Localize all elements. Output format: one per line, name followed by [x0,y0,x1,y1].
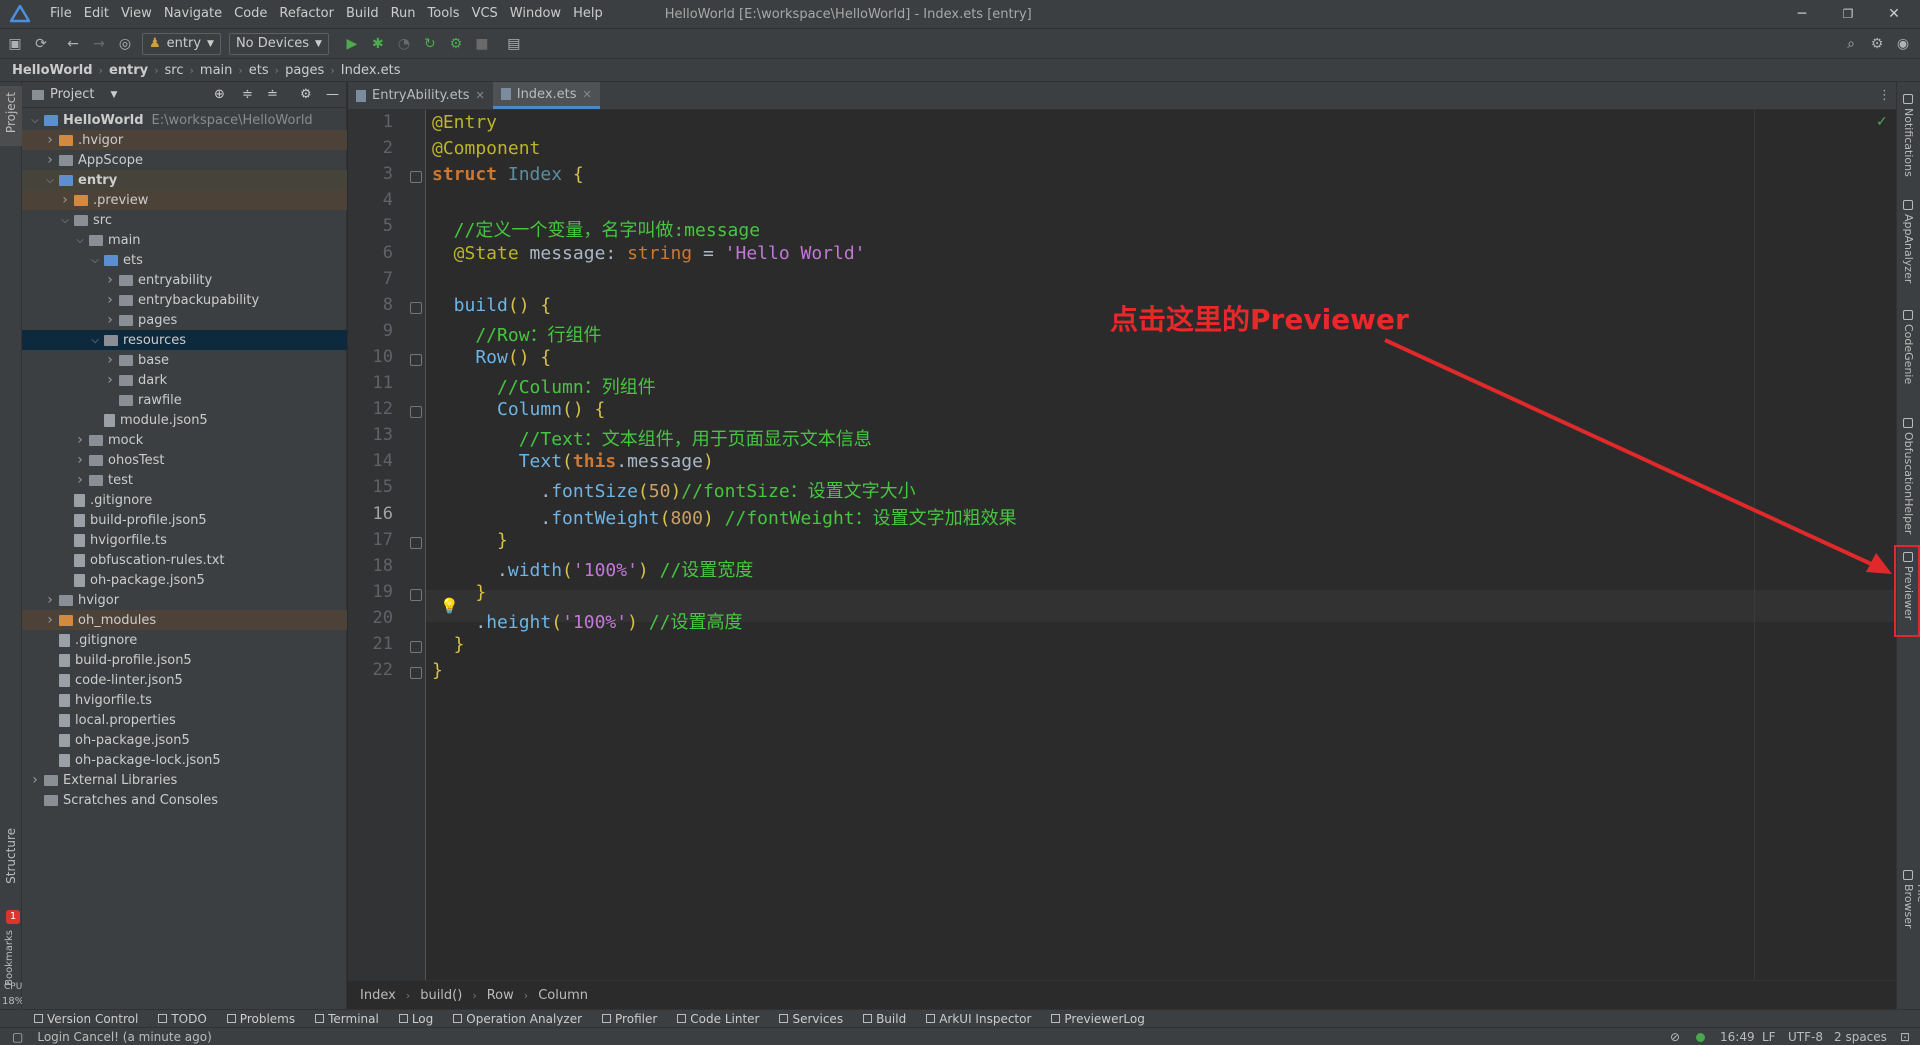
tool-label: Log [411,1011,434,1026]
tool-icon [677,1014,687,1023]
annotation-arrow [1384,338,1892,574]
tool-icon [1051,1014,1061,1023]
tool-label: Version Control [47,1011,139,1026]
tool-icon [453,1014,463,1023]
tool-label: ArkUI Inspector [939,1011,1032,1026]
bottom-tool-previewerlog[interactable]: PreviewerLog [1051,1011,1145,1026]
bottom-tool-bar: Version Control TODO Problems Terminal Log Op… [0,1009,1920,1027]
bottom-tool-code-linter[interactable]: Code Linter [677,1012,759,1026]
tool-icon [779,1014,789,1023]
status-dot-icon [1696,1033,1705,1042]
bottom-tool-terminal[interactable]: Terminal [315,1012,379,1026]
tool-label: Operation Analyzer [466,1011,583,1026]
tool-label: PreviewerLog [1064,1011,1145,1026]
lock-icon[interactable]: ⊡ [1900,1030,1910,1044]
bottom-tool-services[interactable]: Services [779,1012,843,1026]
tool-icon [226,1014,236,1023]
status-icon: ▢ [12,1029,24,1044]
tool-label: Services [792,1011,844,1026]
bottom-tool-build[interactable]: Build [863,1012,906,1026]
bottom-tool-todo[interactable]: TODO [158,1011,207,1026]
tool-icon [602,1014,612,1023]
tool-icon [34,1014,43,1023]
tool-label: TODO [171,1011,207,1026]
previewer-highlight-box [1894,545,1920,637]
bottom-tool-operation-analyzer[interactable]: Operation Analyzer [453,1012,582,1026]
bottom-tool-version-control[interactable]: Version Control [34,1012,138,1026]
indent-setting[interactable]: 2 spaces [1834,1030,1887,1044]
tool-icon [926,1014,936,1023]
bottom-tool-arkui-inspector[interactable]: ArkUI Inspector [926,1012,1031,1026]
tool-label: Terminal [328,1011,379,1026]
tool-label: Code Linter [690,1011,760,1026]
status-message: Login Cancel! (a minute ago) [37,1029,212,1044]
tool-icon [158,1014,168,1023]
tool-label: Problems [239,1011,296,1026]
time: 16:49 [1720,1029,1755,1044]
bottom-tool-profiler[interactable]: Profiler [602,1012,657,1026]
status-bar: ▢ Login Cancel! (a minute ago) ⊘ 16:49 L… [0,1027,1920,1045]
tool-label: Profiler [615,1011,658,1026]
tool-icon [315,1014,325,1023]
tool-icon [863,1014,873,1023]
power-save-icon[interactable]: ⊘ [1670,1030,1680,1044]
bottom-tool-log[interactable]: Log [398,1011,434,1026]
bottom-tool-problems[interactable]: Problems [226,1011,296,1026]
file-encoding[interactable]: UTF-8 [1788,1030,1823,1044]
tool-icon [398,1014,408,1023]
tool-label: Build [876,1011,907,1026]
line-separator[interactable]: LF [1762,1030,1776,1044]
